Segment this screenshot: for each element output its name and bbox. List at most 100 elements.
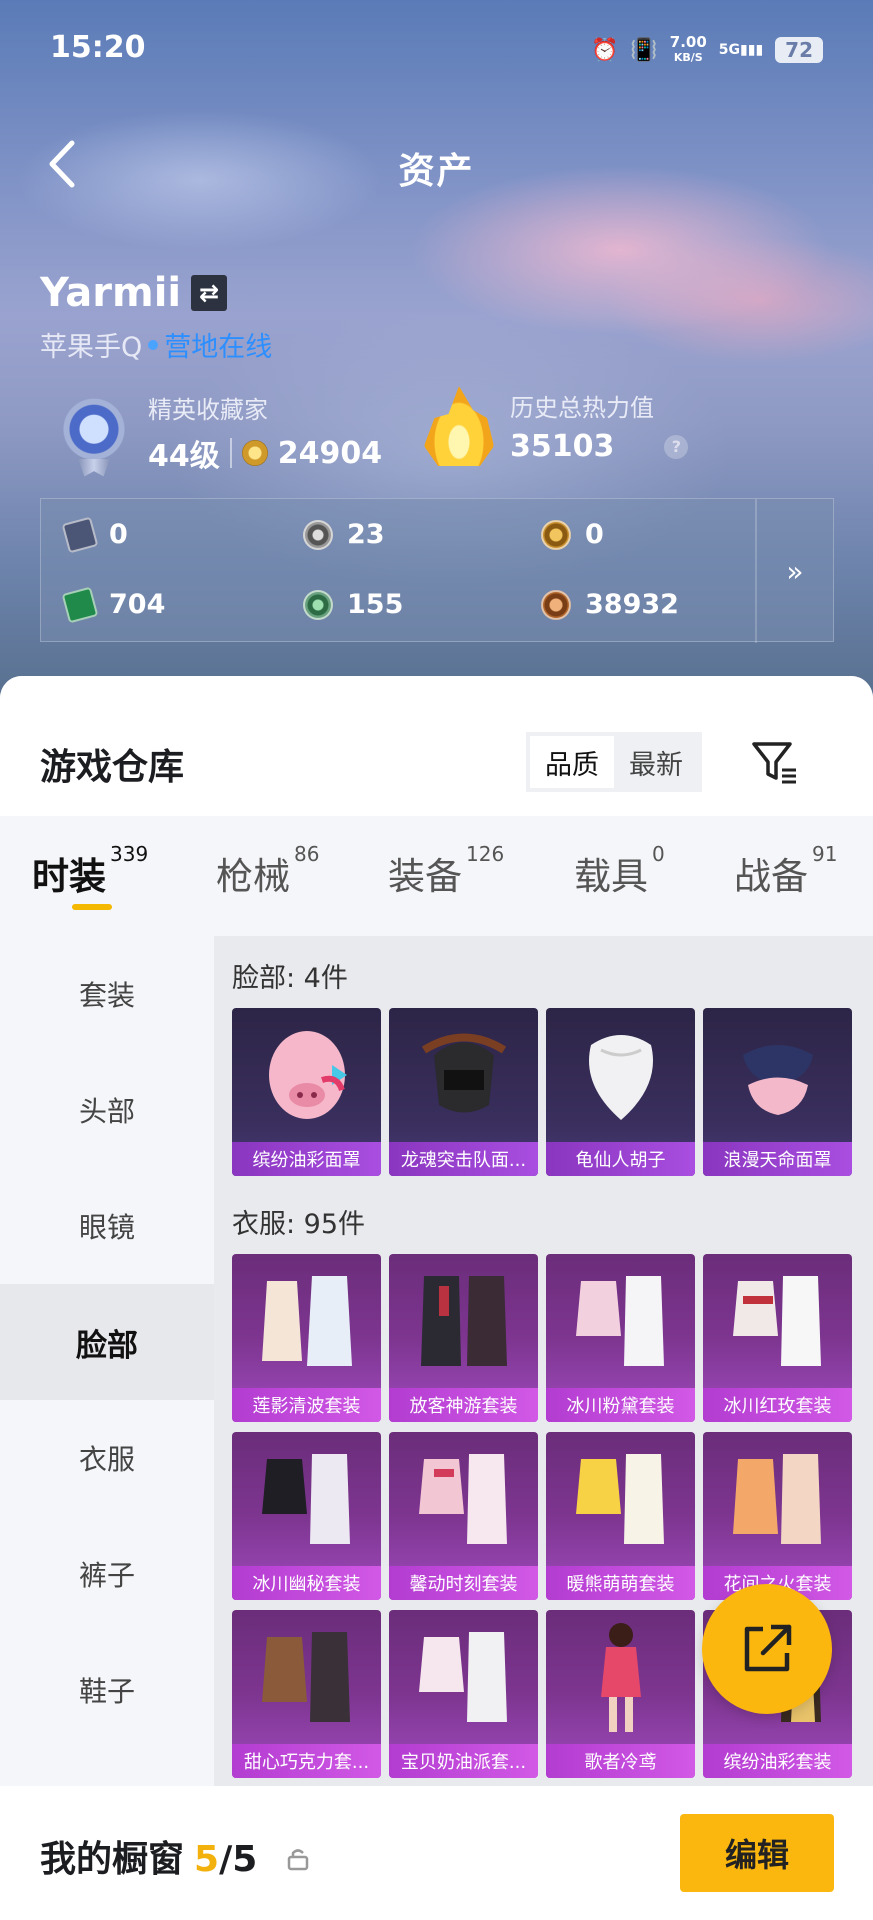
item-card[interactable]: 花间之火套装	[703, 1432, 852, 1600]
status-icons: ⏰ 📳 7.00 KB/S 5G▮▮▮ 72	[591, 34, 823, 66]
item-image	[546, 1432, 695, 1566]
currency-item[interactable]: 155	[303, 589, 403, 620]
header-background: 15:20 ⏰ 📳 7.00 KB/S 5G▮▮▮ 72 资产 Yarmii ⇄…	[0, 0, 873, 700]
green-coin-icon	[303, 589, 333, 620]
showcase-title-row: 我的橱窗 5/5	[40, 1830, 309, 1882]
item-card[interactable]: 缤纷油彩面罩	[232, 1008, 381, 1176]
item-card[interactable]: 宝贝奶油派套...	[389, 1610, 538, 1778]
item-card[interactable]: 冰川红玫套装	[703, 1254, 852, 1422]
item-card[interactable]: 冰川粉黛套装	[546, 1254, 695, 1422]
double-chevron-right-icon: »	[786, 554, 804, 588]
item-card[interactable]: 甜心巧克力套...	[232, 1610, 381, 1778]
switch-account-icon[interactable]: ⇄	[191, 275, 228, 311]
currency-item[interactable]: 704	[61, 586, 165, 623]
item-card[interactable]: 暖熊萌萌套装	[546, 1432, 695, 1600]
tab-equipment[interactable]: 装备126	[388, 842, 504, 900]
item-label: 冰川幽秘套装	[232, 1566, 381, 1600]
collector-label: 精英收藏家	[148, 396, 268, 424]
item-card[interactable]: 冰川幽秘套装	[232, 1432, 381, 1600]
item-image	[389, 1432, 538, 1566]
gold-token-icon	[541, 519, 571, 550]
item-card[interactable]: 莲影清波套装	[232, 1254, 381, 1422]
sort-quality-button[interactable]: 品质	[530, 736, 614, 788]
tab-vehicles[interactable]: 载具0	[574, 842, 665, 900]
item-card[interactable]: 歌者冷鸢	[546, 1610, 695, 1778]
item-card[interactable]: 馨动时刻套装	[389, 1432, 538, 1600]
item-image	[546, 1008, 695, 1142]
item-image	[389, 1610, 538, 1744]
alarm-icon: ⏰	[590, 37, 619, 63]
showcase-count: 5/5	[194, 1839, 258, 1880]
sidebar-item-suits[interactable]: 套装	[0, 936, 214, 1052]
item-label: 浪漫天命面罩	[703, 1142, 852, 1176]
item-label: 冰川红玫套装	[703, 1388, 852, 1422]
collector-points-icon	[241, 440, 268, 466]
showcase-title: 我的橱窗	[40, 1839, 185, 1880]
item-label: 宝贝奶油派套...	[389, 1744, 538, 1778]
item-image	[389, 1254, 538, 1388]
tab-fashion[interactable]: 时装339	[32, 842, 148, 900]
item-label: 暖熊萌萌套装	[546, 1566, 695, 1600]
currency-item[interactable]: 23	[303, 519, 385, 550]
sort-toggle: 品质 最新	[526, 732, 702, 792]
collector-stat[interactable]: 精英收藏家 44级 24904	[56, 390, 382, 475]
more-currency-button[interactable]: »	[755, 499, 833, 643]
section-title-clothes: 衣服: 95件	[232, 1209, 366, 1240]
silver-coin-icon	[303, 519, 333, 550]
signal-icon: 5G▮▮▮	[718, 42, 764, 58]
online-status: 营地在线	[164, 332, 273, 363]
item-image	[703, 1008, 852, 1142]
item-label: 龟仙人胡子	[546, 1142, 695, 1176]
battery-indicator: 72	[775, 37, 823, 63]
vibrate-icon: 📳	[630, 37, 658, 63]
sort-latest-button[interactable]: 最新	[614, 736, 698, 788]
item-card[interactable]: 龟仙人胡子	[546, 1008, 695, 1176]
divider	[229, 438, 232, 468]
sidebar-item-pants[interactable]: 裤子	[0, 1516, 214, 1632]
item-image	[232, 1432, 381, 1566]
help-icon[interactable]: ?	[664, 434, 689, 459]
item-image	[232, 1008, 381, 1142]
tab-guns[interactable]: 枪械86	[216, 842, 319, 900]
item-image	[546, 1254, 695, 1388]
item-image	[703, 1254, 852, 1388]
item-label: 冰川粉黛套装	[546, 1388, 695, 1422]
account-line: 苹果手Q 营地在线	[40, 325, 272, 364]
status-time: 15:20	[50, 30, 146, 65]
collector-level: 44级	[148, 439, 220, 474]
lock-icon[interactable]	[287, 1839, 309, 1880]
warehouse-header: 游戏仓库 品质 最新	[0, 676, 873, 816]
heat-value: 35103	[510, 429, 615, 464]
item-image	[232, 1254, 381, 1388]
currency-item[interactable]: 38932	[541, 589, 679, 620]
item-card[interactable]: 浪漫天命面罩	[703, 1008, 852, 1176]
item-card[interactable]: 放客神游套装	[389, 1254, 538, 1422]
item-label: 莲影清波套装	[232, 1388, 381, 1422]
currency-item[interactable]: 0	[61, 516, 128, 553]
nav-bar: 资产	[0, 130, 873, 200]
share-button[interactable]	[702, 1584, 832, 1714]
sidebar-item-glasses[interactable]: 眼镜	[0, 1168, 214, 1284]
sidebar-item-clothes[interactable]: 衣服	[0, 1400, 214, 1516]
item-card[interactable]: 龙魂突击队面...	[389, 1008, 538, 1176]
filter-button[interactable]	[744, 732, 804, 792]
currency-item[interactable]: 0	[541, 519, 604, 550]
heat-stat[interactable]: 历史总热力值 35103 ?	[424, 386, 689, 466]
sidebar-item-shoes[interactable]: 鞋子	[0, 1632, 214, 1748]
status-bar: 15:20 ⏰ 📳 7.00 KB/S 5G▮▮▮ 72	[50, 30, 823, 74]
bronze-coin-icon	[541, 589, 571, 620]
edit-button[interactable]: 编辑	[680, 1814, 834, 1892]
tab-supplies[interactable]: 战备91	[734, 842, 837, 900]
item-label: 馨动时刻套装	[389, 1566, 538, 1600]
sidebar-item-face[interactable]: 脸部	[0, 1284, 214, 1400]
share-icon	[744, 1624, 792, 1672]
category-tabs: 时装339 枪械86 装备126 载具0 战备91	[0, 816, 873, 936]
item-label: 缤纷油彩套装	[703, 1744, 852, 1778]
platform-label: 苹果手Q	[40, 332, 143, 363]
sidebar-item-head[interactable]: 头部	[0, 1052, 214, 1168]
item-image	[232, 1610, 381, 1744]
sidebar: 套装 头部 眼镜 脸部 衣服 裤子 鞋子	[0, 936, 214, 1816]
filter-icon	[752, 742, 796, 784]
warehouse-sheet: 游戏仓库 品质 最新 时装339 枪械86 装备126 载具0 战备91 套装 …	[0, 676, 873, 1920]
network-speed: 7.00 KB/S	[669, 33, 707, 64]
